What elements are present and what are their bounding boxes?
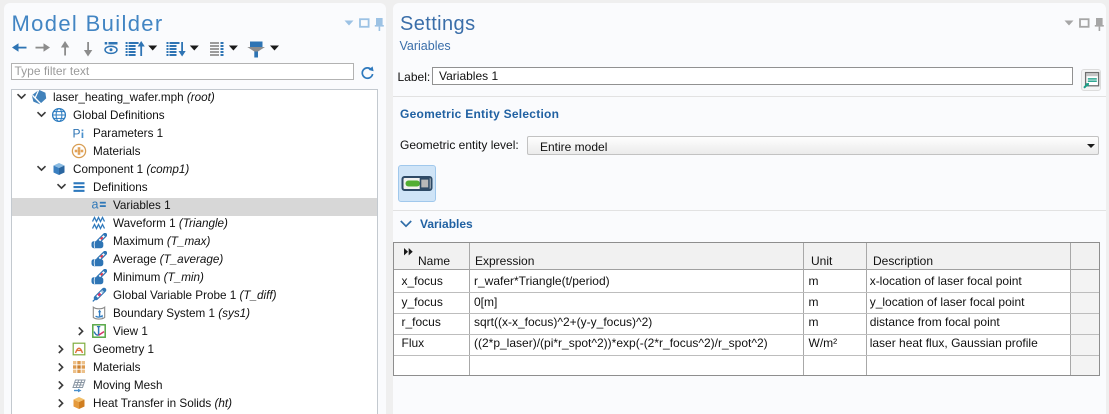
svg-text:a: a (92, 198, 99, 212)
svg-text:P: P (73, 127, 81, 141)
